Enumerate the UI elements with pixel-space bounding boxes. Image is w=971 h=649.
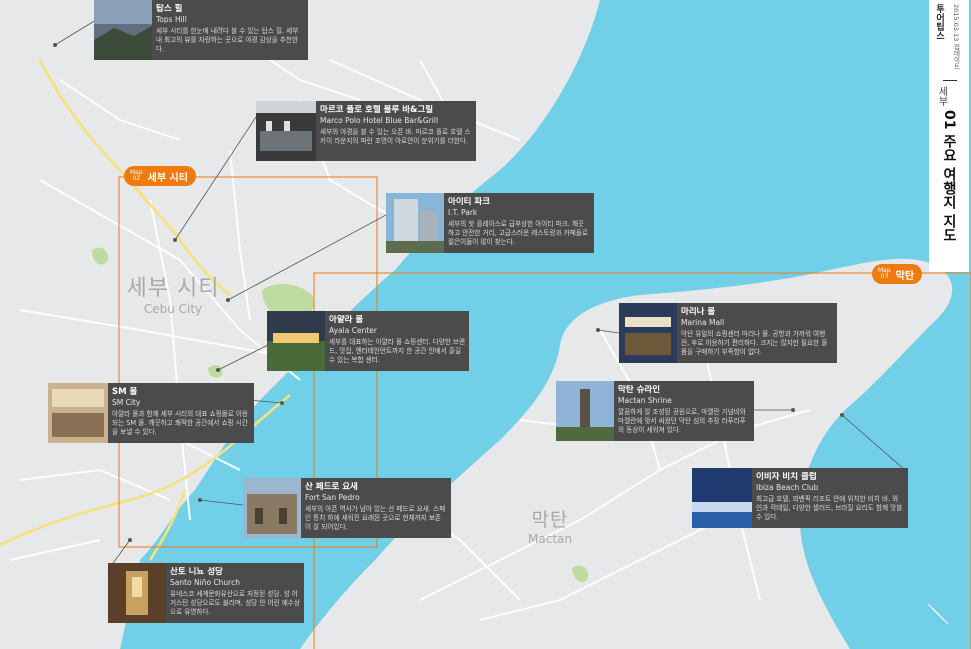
place-photo: [256, 101, 316, 161]
place-card-tops-hill[interactable]: 탑스 힐 Tops Hill 세부 시티를 한눈에 내려다 볼 수 있는 탑스 …: [94, 0, 308, 60]
place-name-ko: 탑스 힐: [156, 4, 183, 14]
city-name-en: Mactan: [528, 532, 572, 546]
place-name-en: I.T. Park: [448, 208, 478, 217]
place-card-mactan-shrine[interactable]: 막탄 슈라인 Mactan Shrine 깔끔하게 잘 조성된 공원으로, 마젤…: [556, 381, 754, 441]
update-date: 2015.03.13 업데이트: [952, 4, 960, 70]
place-name-en: Fort San Pedro: [305, 493, 360, 502]
place-card-it-park[interactable]: 아이티 파크 I.T. Park 세부의 핫 플레이스로 급부상한 아이티 파크…: [386, 193, 594, 253]
region-badge-cebu-city[interactable]: Map 02 세부 시티: [124, 166, 196, 186]
place-name-en: Mactan Shrine: [618, 396, 672, 405]
place-description: 세부의 아픈 역사가 남아 있는 산 페드로 요새. 스페인 통치 하에 세워진…: [305, 505, 446, 531]
place-name-en: Tops Hill: [156, 15, 187, 24]
region-badge-mactan[interactable]: Map 03 막탄: [872, 264, 923, 284]
place-name-en: Ibiza Beach Club: [756, 483, 819, 492]
title-panel: 투어팁스 2015.03.13 업데이트 세부 01 주요 여행지 지도: [929, 0, 969, 272]
place-card-santo-nino[interactable]: 산토 니뇨 성당 Santo Niño Church 유네스코 세계문화유산으로…: [108, 563, 304, 623]
brand-label: 투어팁스: [934, 4, 944, 40]
place-photo: [556, 381, 614, 441]
place-card-ayala-center[interactable]: 아얄라 몰 Ayala Center 세부를 대표하는 아얄라 몰 쇼핑센터. …: [267, 311, 469, 371]
place-name-en: Marina Mall: [681, 318, 725, 327]
place-photo: [386, 193, 444, 253]
place-name-ko: 이비자 비치 클럽: [756, 472, 817, 482]
place-name-ko: 산토 니뇨 성당: [170, 567, 223, 577]
place-description: 막탄 유일의 쇼핑센터 마리나 몰. 공항과 가까워 여행 전, 후로 이용하기…: [681, 330, 828, 356]
place-description: 세부의 핫 플레이스로 급부상한 아이티 파크. 깨끗하고 안전한 거리, 고급…: [448, 220, 588, 246]
place-name-ko: 마리나 몰: [681, 307, 716, 317]
area-label: 세부: [936, 86, 947, 106]
place-name-ko: 아이티 파크: [448, 197, 491, 207]
map-number: Map 02: [130, 168, 143, 182]
place-description: 최고급 호텔, 뫼벤픽 리조트 안에 위치한 비치 바. 와인과 칵테일, 다양…: [756, 495, 903, 521]
place-description: 깔끔하게 잘 조성된 공원으로, 마젤란 기념비와 마젤란에 맞서 싸웠던 막탄…: [618, 408, 746, 434]
title-divider: [943, 80, 957, 81]
place-name-ko: 마르코 폴로 호텔 블루 바&그릴: [320, 105, 434, 115]
place-name-ko: SM 몰: [112, 387, 138, 397]
place-name-en: Ayala Center: [329, 326, 377, 335]
city-name-en: Cebu City: [143, 302, 203, 316]
place-name-en: Marco Polo Hotel Blue Bar&Grill: [320, 116, 439, 125]
page-title: 01 주요 여행지 지도: [941, 110, 957, 243]
place-card-fort-san-pedro[interactable]: 산 페드로 요새 Fort San Pedro 세부의 아픈 역사가 남아 있는…: [243, 478, 451, 538]
place-photo: [243, 478, 301, 538]
place-photo: [48, 383, 108, 443]
city-name-ko: 세부 시티: [126, 276, 220, 301]
place-photo: [619, 303, 677, 363]
place-description: 아얄라 몰과 함께 세부 시티의 대표 쇼핑몰로 이용되는 SM 몰. 깨끗하고…: [112, 410, 248, 436]
place-description: 유네스코 세계문화유산으로 지정된 성당. 성 어거스틴 성당으로도 불리며, …: [170, 590, 300, 616]
place-photo: [94, 0, 152, 60]
mactan-label: 막탄 Mactan: [510, 505, 590, 546]
place-card-marco-polo[interactable]: 마르코 폴로 호텔 블루 바&그릴 Marco Polo Hotel Blue …: [256, 101, 476, 161]
place-card-marina-mall[interactable]: 마리나 몰 Marina Mall 막탄 유일의 쇼핑센터 마리나 몰. 공항과…: [619, 303, 837, 363]
place-name-en: SM City: [112, 398, 141, 407]
region-name: 세부 시티: [147, 172, 188, 184]
place-name-en: Santo Niño Church: [170, 578, 240, 587]
place-photo: [267, 311, 325, 371]
place-description: 세부를 대표하는 아얄라 몰 쇼핑센터. 다양한 브랜드, 맛집, 엔터테인먼트…: [329, 338, 465, 364]
region-name: 막탄: [895, 270, 915, 282]
place-name-ko: 산 페드로 요새: [305, 482, 358, 492]
place-photo: [692, 468, 752, 528]
place-name-ko: 막탄 슈라인: [618, 385, 661, 395]
place-card-ibiza-beach-club[interactable]: 이비자 비치 클럽 Ibiza Beach Club 최고급 호텔, 뫼벤픽 리…: [692, 468, 908, 528]
place-description: 세부 시티를 한눈에 내려다 볼 수 있는 탑스 힐. 세부 내 최고의 뷰를 …: [156, 27, 299, 53]
place-name-ko: 아얄라 몰: [329, 315, 364, 325]
place-photo: [108, 563, 166, 623]
cebu-city-label: 세부 시티 Cebu City: [118, 270, 228, 316]
city-name-ko: 막탄: [531, 509, 569, 531]
map-number: Map 03: [878, 266, 891, 280]
place-description: 세부의 야경을 볼 수 있는 오픈 바. 마르코 폴로 호텔 스카이 라운지의 …: [320, 128, 471, 145]
place-card-sm-city[interactable]: SM 몰 SM City 아얄라 몰과 함께 세부 시티의 대표 쇼핑몰로 이용…: [48, 383, 254, 443]
